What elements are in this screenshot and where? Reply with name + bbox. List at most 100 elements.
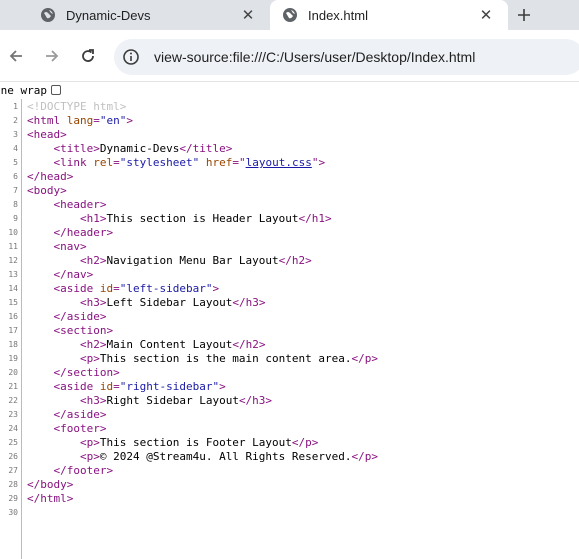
line-number: 13 (8, 270, 18, 279)
code-token: "left-sidebar" (119, 282, 213, 295)
line-number: 4 (13, 144, 18, 153)
line-code: </nav> (27, 268, 94, 282)
source-line: 23 </aside> (0, 408, 579, 422)
code-token: > (126, 114, 133, 127)
address-bar[interactable]: view-source:file:///C:/Users/user/Deskto… (114, 39, 579, 75)
code-token: "stylesheet" (119, 156, 200, 169)
source-line: 24 <footer> (0, 422, 579, 436)
code-token: </nav> (53, 268, 94, 281)
forward-arrow-icon[interactable] (40, 44, 64, 68)
info-icon[interactable] (118, 44, 144, 70)
new-tab-icon[interactable] (512, 3, 536, 27)
code-token: > (212, 282, 220, 295)
line-number: 12 (8, 256, 18, 265)
line-number: 15 (8, 298, 18, 307)
code-token: </section> (53, 366, 120, 379)
code-token: </p> (351, 352, 379, 365)
code-token: "> (311, 156, 326, 169)
line-code: </head> (27, 170, 73, 184)
code-token: </h2> (232, 338, 266, 351)
code-token: Left Sidebar Layout (106, 296, 233, 309)
code-token: </h3> (232, 296, 266, 309)
line-code: <aside id="left-sidebar"> (27, 282, 220, 296)
code-token: <link (53, 156, 94, 169)
line-code: <h3>Left Sidebar Layout</h3> (27, 296, 265, 310)
line-code: <h3>Right Sidebar Layout</h3> (27, 394, 272, 408)
line-number: 21 (8, 382, 18, 391)
code-token: </p> (351, 450, 379, 463)
code-token: </head> (27, 170, 74, 183)
source-line: 27 </footer> (0, 464, 579, 478)
line-code: <h1>This section is Header Layout</h1> (27, 212, 332, 226)
code-token: </html> (27, 492, 74, 505)
close-tab-icon[interactable]: ✕ (238, 5, 258, 25)
line-number: 23 (8, 410, 18, 419)
source-line: 17 <section> (0, 324, 579, 338)
line-number: 27 (8, 466, 18, 475)
tab-strip: Dynamic-Devs ✕ Index.html ✕ (0, 0, 579, 30)
line-code: </aside> (27, 408, 107, 422)
code-token: lang (66, 114, 94, 127)
line-number: 17 (8, 326, 18, 335)
line-number: 14 (8, 284, 18, 293)
code-token: <footer> (53, 422, 107, 435)
close-tab-icon[interactable]: ✕ (476, 5, 496, 25)
reload-icon[interactable] (76, 44, 100, 68)
stylesheet-link[interactable]: layout.css (246, 156, 312, 169)
code-token: > (219, 380, 226, 393)
code-token: </footer> (53, 464, 114, 477)
line-number: 22 (8, 396, 18, 405)
line-number: 2 (13, 116, 18, 125)
code-token: </body> (27, 478, 74, 491)
source-line: 21 <aside id="right-sidebar"> (0, 380, 579, 394)
line-number: 25 (8, 438, 18, 447)
code-token: = (93, 114, 100, 127)
globe-icon (282, 7, 298, 23)
source-line: 15 <h3>Left Sidebar Layout</h3> (0, 296, 579, 310)
line-code: <p>© 2024 @Stream4u. All Rights Reserved… (27, 450, 378, 464)
code-token: <p> (79, 450, 100, 463)
code-token: <aside (53, 282, 100, 295)
line-number: 1 (13, 102, 18, 111)
line-number: 28 (8, 480, 18, 489)
source-line: 11 <nav> (0, 240, 579, 254)
line-wrap-checkbox[interactable] (50, 85, 61, 95)
line-wrap-toggle: ine wrap (0, 82, 61, 98)
line-number: 19 (8, 354, 18, 363)
source-line: 10 </header> (0, 226, 579, 240)
line-number: 6 (13, 172, 18, 181)
tab-index-html[interactable]: Index.html ✕ (270, 0, 508, 30)
source-line: 30 (0, 506, 579, 520)
tab-dynamic-devs[interactable]: Dynamic-Devs ✕ (28, 0, 270, 30)
code-token: <h2> (79, 254, 107, 267)
back-arrow-icon[interactable] (4, 44, 28, 68)
code-token: Dynamic-Devs (99, 142, 180, 155)
code-token: "right-sidebar" (119, 380, 220, 393)
source-line: 18 <h2>Main Content Layout</h2> (0, 338, 579, 352)
source-line: 7 <body> (0, 184, 579, 198)
source-view: 1 <!DOCTYPE html> 2 <html lang="en"> 3 <head>… (0, 99, 579, 559)
source-line: 3 <head> (0, 128, 579, 142)
line-code: <link rel="stylesheet" href="layout.css"… (27, 156, 326, 170)
tab-title: Index.html (308, 7, 368, 23)
code-token: <section> (53, 324, 114, 337)
line-number: 18 (8, 340, 18, 349)
line-code: <body> (27, 184, 67, 198)
source-line: 6 </head> (0, 170, 579, 184)
code-token: <h3> (79, 394, 107, 407)
line-number: 29 (8, 494, 18, 503)
code-token: "en" (99, 114, 127, 127)
line-code: <header> (27, 198, 107, 212)
code-token: rel (93, 156, 114, 169)
